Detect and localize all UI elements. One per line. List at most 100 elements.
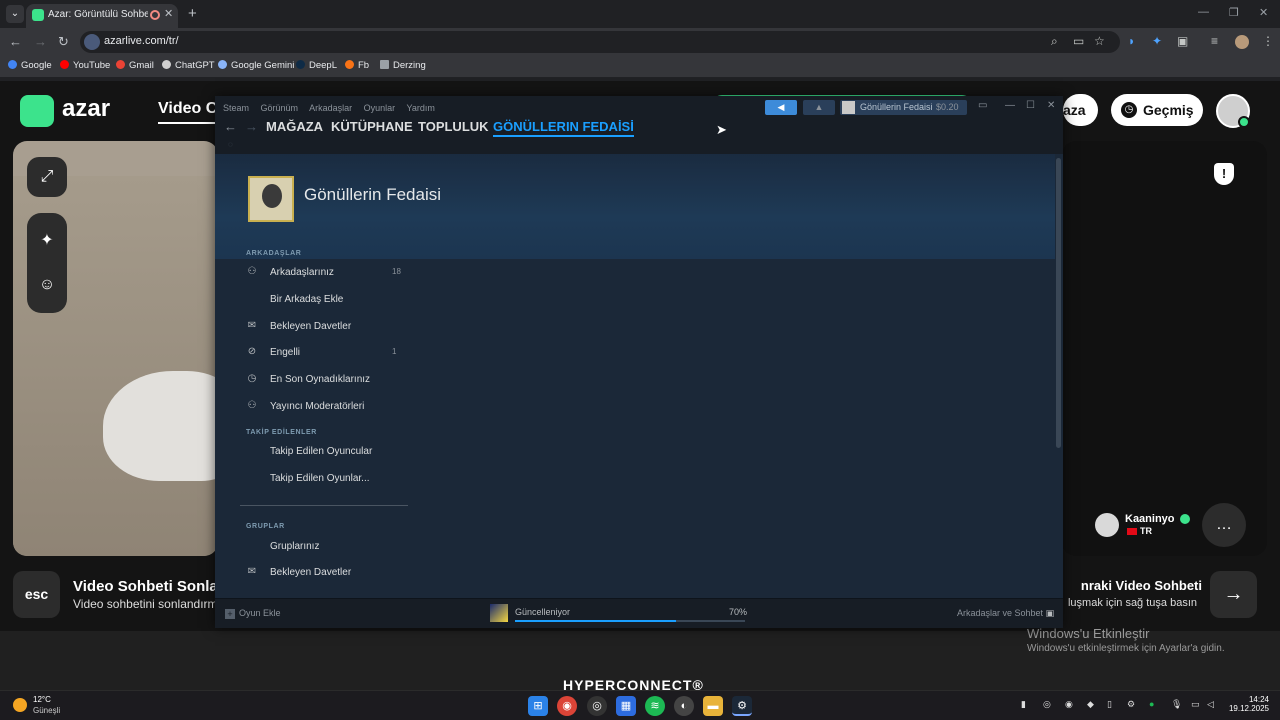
bookmark-fb[interactable]: Fb — [345, 60, 369, 71]
azar-logo-icon[interactable] — [20, 95, 54, 127]
browser-tab-azar[interactable]: Azar: Görüntülü Sohbet & V ✕ — [26, 4, 178, 28]
menu-friends[interactable]: Arkadaşlar — [309, 103, 352, 113]
tab-store[interactable]: MAĞAZA — [266, 119, 323, 134]
app-icon[interactable]: ◎ — [587, 696, 607, 716]
restore-window-button[interactable]: ❐ — [1229, 6, 1239, 19]
system-clock[interactable]: 14:24 19.12.2025 — [1225, 695, 1269, 713]
pending-invites-link[interactable]: ✉ Bekleyen Davetler — [246, 320, 406, 338]
big-picture-icon[interactable]: ▭ — [978, 100, 987, 111]
cast-icon[interactable]: ▭ — [1073, 34, 1084, 48]
profile-avatar-icon[interactable] — [1235, 35, 1249, 49]
bookmark-chatgpt[interactable]: ChatGPT — [162, 60, 215, 71]
peer-avatar[interactable] — [1095, 513, 1119, 537]
weather-temp[interactable]: 12°C — [33, 695, 51, 704]
new-tab-button[interactable]: + — [188, 5, 197, 22]
steam-minimize-button[interactable]: — — [1005, 100, 1015, 111]
obs-icon[interactable]: ◐ — [674, 696, 694, 716]
bookmark-gemini[interactable]: Google Gemini — [218, 60, 294, 71]
forward-arrow-icon[interactable]: → — [34, 34, 47, 49]
url-text[interactable]: azarlive.com/tr/ — [104, 35, 179, 47]
reading-list-icon[interactable]: ≡ — [1211, 34, 1218, 48]
azar-logo-text[interactable]: azar — [62, 95, 110, 123]
add-friend-link[interactable]: Bir Arkadaş Ekle — [246, 293, 406, 311]
tray-icon[interactable]: ◉ — [1065, 699, 1073, 710]
bookmark-google[interactable]: Google — [8, 60, 52, 71]
tab-close-icon[interactable]: ✕ — [164, 7, 173, 20]
nav-video-chat[interactable]: Video C — [158, 100, 218, 124]
bookmark-youtube[interactable]: YouTube — [60, 60, 110, 71]
friends-chat-button[interactable]: Arkadaşlar ve Sohbet ▣ — [957, 608, 1054, 619]
tray-icon[interactable]: ◆ — [1087, 699, 1094, 710]
chrome-icon[interactable]: ◉ — [557, 696, 577, 716]
microphone-icon[interactable]: 🎙 — [1171, 699, 1182, 710]
tray-steam-icon[interactable]: ⚙ — [1127, 699, 1135, 710]
minimize-window-button[interactable]: — — [1198, 6, 1209, 18]
sparkle-icon[interactable]: ✦ — [27, 221, 67, 261]
tray-icon[interactable]: ▮ — [1021, 699, 1026, 710]
chat-bubble-icon[interactable]: … — [1202, 503, 1246, 547]
spotify-icon[interactable]: ≋ — [645, 696, 665, 716]
site-info-icon[interactable] — [84, 34, 100, 50]
extensions-puzzle-icon[interactable]: ▣ — [1177, 34, 1188, 48]
extension-icon[interactable]: ◗ — [1128, 34, 1135, 48]
screen-capture-icon[interactable]: ▦ — [616, 696, 636, 716]
weather-desc[interactable]: Güneşli — [33, 706, 60, 715]
steam-taskbar-icon[interactable]: ⚙ — [732, 696, 752, 716]
history-button[interactable]: ◷ Geçmiş — [1111, 94, 1203, 126]
steam-scrollbar[interactable] — [1056, 158, 1061, 448]
notification-bell-icon[interactable]: ▲ — [803, 100, 835, 115]
steam-forward-icon[interactable]: → — [245, 119, 258, 134]
volume-icon[interactable]: ◁ — [1207, 699, 1214, 710]
steam-close-button[interactable]: ✕ — [1047, 100, 1055, 111]
esc-key-button[interactable]: esc — [13, 571, 60, 618]
broadcast-moderators-link[interactable]: ⚇ Yayıncı Moderatörleri — [246, 400, 406, 418]
expand-icon[interactable]: ⤢ — [27, 157, 67, 197]
more-menu-icon[interactable]: ⋮ — [1262, 34, 1274, 48]
tray-spotify-icon[interactable]: ● — [1149, 699, 1154, 709]
reload-icon[interactable]: ↻ — [58, 34, 69, 50]
omnibox[interactable]: azarlive.com/tr/ — [80, 31, 1120, 53]
network-icon[interactable]: ▭ — [1191, 699, 1200, 710]
add-game-button[interactable]: + Oyun Ekle — [225, 608, 281, 619]
blocked-link[interactable]: ⊘ Engelli 1 — [246, 346, 406, 364]
report-shield-icon[interactable]: ! — [1214, 163, 1234, 185]
extension-icon[interactable]: ✦ — [1152, 34, 1162, 48]
menu-games[interactable]: Oyunlar — [364, 103, 396, 113]
weather-sun-icon[interactable] — [13, 698, 27, 712]
menu-steam[interactable]: Steam — [223, 103, 249, 113]
profile-avatar[interactable] — [248, 176, 294, 222]
face-icon[interactable]: ☺ — [27, 265, 67, 305]
your-groups-link[interactable]: Gruplarınız — [246, 540, 406, 558]
tab-search-button[interactable]: ⌄ — [6, 5, 24, 23]
tray-icon[interactable]: ▯ — [1107, 699, 1112, 710]
bookmark-gmail[interactable]: Gmail — [116, 60, 154, 71]
steam-account-button[interactable]: Gönüllerin Fedaisi $0.20 — [840, 100, 967, 115]
store-button[interactable]: aza — [1063, 94, 1098, 126]
tab-profile[interactable]: GÖNÜLLERIN FEDAİSİ — [493, 119, 634, 137]
tab-community[interactable]: TOPLULUK — [418, 119, 489, 134]
announcement-megaphone-icon[interactable]: ◀ — [765, 100, 797, 115]
tab-library[interactable]: KÜTÜPHANE — [331, 119, 413, 134]
steam-back-icon[interactable]: ← — [224, 119, 237, 134]
followed-games-link[interactable]: Takip Edilen Oyunlar... — [246, 472, 406, 490]
friends-list-link[interactable]: ⚇ Arkadaşlarınız 18 — [246, 266, 406, 284]
group-invites-link[interactable]: ✉ Bekleyen Davetler — [246, 566, 406, 584]
back-arrow-icon[interactable]: ← — [9, 34, 22, 49]
recently-played-link[interactable]: ◷ En Son Oynadıklarınız — [246, 373, 406, 391]
followed-players-link[interactable]: Takip Edilen Oyuncular — [246, 445, 406, 463]
tray-icon[interactable]: ◎ — [1043, 699, 1051, 710]
user-avatar[interactable] — [1216, 94, 1250, 128]
download-game-icon[interactable] — [490, 604, 508, 622]
file-explorer-icon[interactable]: ▬ — [703, 696, 723, 716]
bookmark-derzing[interactable]: Derzing — [380, 60, 426, 71]
steam-maximize-button[interactable]: ☐ — [1026, 100, 1035, 111]
zoom-icon[interactable]: ⌕ — [1051, 34, 1058, 49]
download-status[interactable]: Güncelleniyor — [515, 607, 570, 617]
bookmark-star-icon[interactable]: ☆ — [1094, 34, 1105, 48]
next-arrow-button[interactable]: → — [1210, 571, 1257, 618]
menu-view[interactable]: Görünüm — [261, 103, 299, 113]
close-window-button[interactable]: ✕ — [1259, 6, 1268, 19]
menu-help[interactable]: Yardım — [406, 103, 434, 113]
start-windows-icon[interactable]: ⊞ — [528, 696, 548, 716]
bookmark-deepl[interactable]: DeepL — [296, 60, 337, 71]
